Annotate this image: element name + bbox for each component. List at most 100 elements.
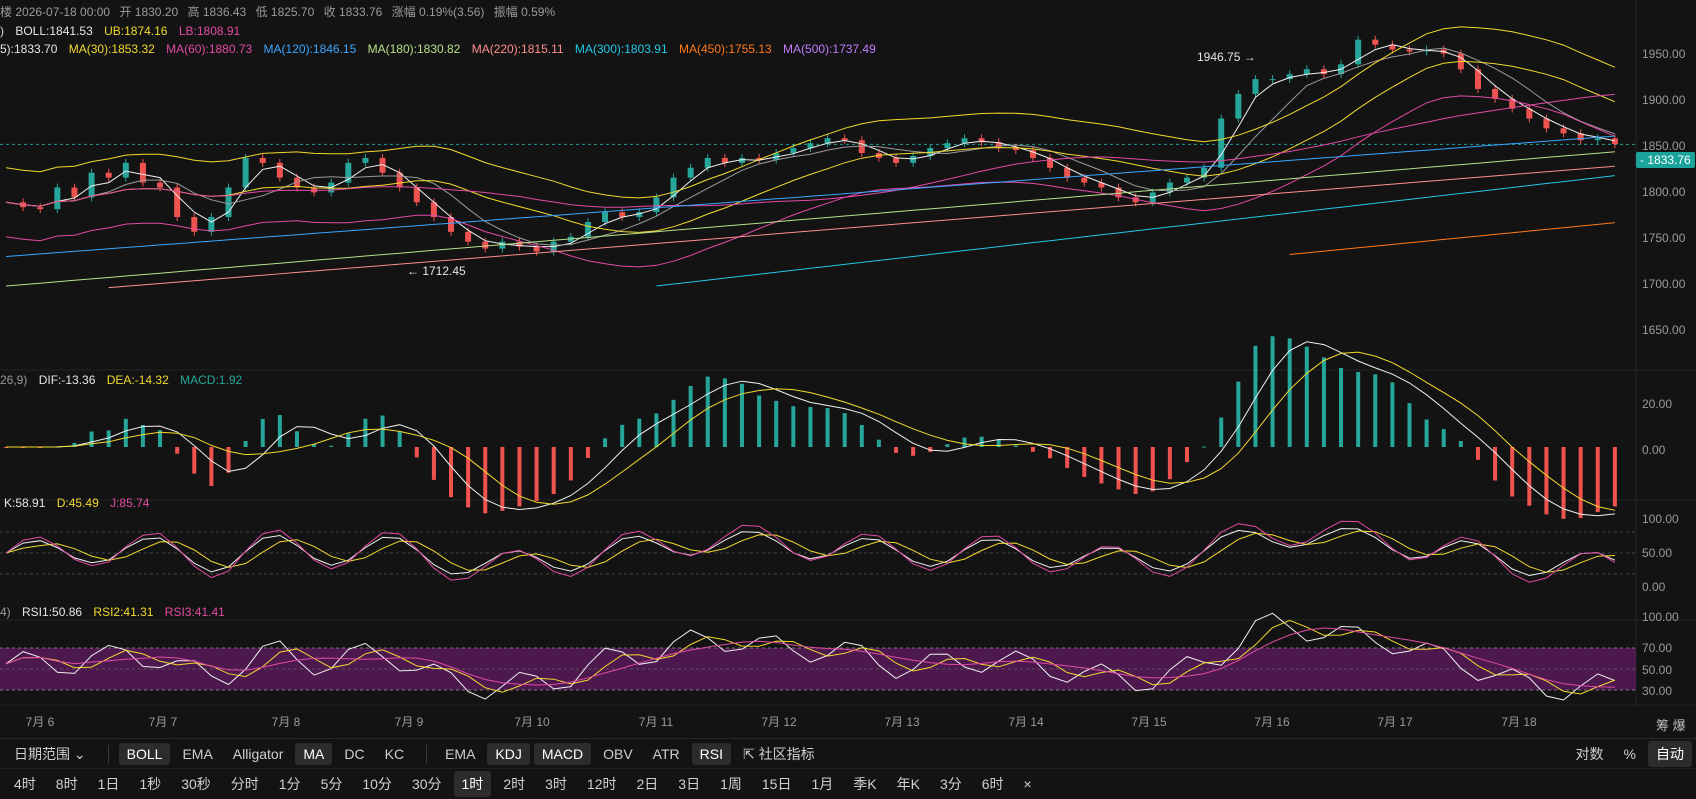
interval-3h[interactable]: 3时 [537, 771, 575, 797]
interval-1s[interactable]: 1秒 [131, 771, 169, 797]
macd-bar [654, 413, 659, 447]
chart-canvas[interactable] [0, 0, 1696, 738]
ma500-value: MA(500):1737.49 [783, 42, 876, 56]
macd-bar [1236, 381, 1241, 447]
interval-5m[interactable]: 5分 [313, 771, 351, 797]
macd-bar [1544, 447, 1549, 515]
sub-indicator-macd[interactable]: MACD [533, 743, 592, 765]
macd-bar [603, 438, 608, 447]
macd-bar [1030, 447, 1035, 452]
ohlc-item: 低 1825.70 [255, 5, 315, 19]
macd-tick: 20.00 [1642, 397, 1673, 411]
time-tick: 7月 8 [271, 715, 301, 729]
interval-1m[interactable]: 1分 [271, 771, 309, 797]
macd-bar [483, 447, 488, 514]
macd-bar [346, 433, 351, 447]
ohlc-item: 高 1836.43 [187, 5, 247, 19]
macd-bar [397, 431, 402, 447]
candle-body [1269, 79, 1276, 81]
interval-year[interactable]: 年K [889, 771, 928, 797]
main-indicator-ema[interactable]: EMA [174, 743, 220, 765]
toolbar-divider [426, 745, 428, 763]
interval-12h[interactable]: 12时 [579, 771, 625, 797]
time-tick: 7月 18 [1501, 715, 1537, 729]
interval-1h[interactable]: 1时 [453, 771, 492, 797]
sub-indicator-ema[interactable]: EMA [437, 743, 483, 765]
macd-bar [1595, 447, 1600, 513]
price-tick: 1850.00 [1642, 139, 1686, 153]
interval-6h[interactable]: 6时 [974, 771, 1012, 797]
interval-1w[interactable]: 1周 [712, 771, 750, 797]
macd-bar [757, 395, 762, 447]
candle-body [1372, 39, 1379, 45]
time-tick: 7月 12 [761, 715, 797, 729]
macd-bar [859, 425, 864, 447]
candle-body [122, 162, 129, 178]
interval-10m[interactable]: 10分 [354, 771, 400, 797]
interval-3d[interactable]: 3日 [670, 771, 708, 797]
candle-body [1492, 88, 1499, 99]
percent-scale-toggle[interactable]: % [1616, 743, 1644, 765]
macd-bar [1407, 403, 1412, 447]
sub-indicator-kdj[interactable]: KDJ [487, 743, 530, 765]
interval-4h[interactable]: 4时 [6, 771, 44, 797]
kdj-legend: K:58.91 D:45.49 J:85.74 [4, 496, 157, 510]
candle-body [362, 157, 369, 163]
date-range-dropdown[interactable]: 日期范围 ⌄ [6, 741, 94, 767]
macd-bar [294, 431, 299, 447]
macd-bar [842, 413, 847, 447]
candle-body [105, 172, 112, 178]
interval-15d[interactable]: 15日 [754, 771, 800, 797]
ma30-value: MA(30):1853.32 [68, 42, 155, 56]
ohlc-item: 开 1830.20 [119, 5, 179, 19]
interval-timeshare[interactable]: 分时 [223, 771, 267, 797]
price-axis[interactable]: 1950.00 1900.00 1850.00 1800.00 1750.00 … [1632, 0, 1696, 738]
macd-bar [243, 441, 248, 447]
interval-2d[interactable]: 2日 [628, 771, 666, 797]
macd-params: 26,9) [0, 373, 28, 387]
auto-scale-toggle[interactable]: 自动 [1648, 741, 1692, 767]
ma180-value: MA(180):1830.82 [367, 42, 461, 56]
macd-bar [123, 418, 128, 447]
interval-8h[interactable]: 8时 [48, 771, 86, 797]
interval-2h[interactable]: 2时 [495, 771, 533, 797]
price-tick: 1650.00 [1642, 323, 1686, 337]
interval-3m[interactable]: 3分 [932, 771, 970, 797]
price-tick: 1950.00 [1642, 47, 1686, 61]
macd-bar [363, 418, 368, 447]
ma220-line [108, 165, 1615, 289]
sub-indicator-obv[interactable]: OBV [595, 743, 641, 765]
time-tick: 7月 15 [1131, 715, 1167, 729]
main-indicator-dc[interactable]: DC [336, 743, 372, 765]
community-indicators-button[interactable]: ⇱ 社区指标 [735, 741, 823, 767]
candle-body [482, 241, 489, 249]
rsi-legend: 4) RSI1:50.86 RSI2:41.31 RSI3:41.41 [0, 605, 233, 619]
time-tick: 7月 14 [1008, 715, 1044, 729]
candle-body [37, 207, 44, 210]
corner-label[interactable]: 筹 爆 [1656, 715, 1686, 734]
macd-bar [894, 447, 899, 453]
interval-quarter[interactable]: 季K [845, 771, 884, 797]
ma450-value: MA(450):1755.13 [678, 42, 772, 56]
interval-30s[interactable]: 30秒 [173, 771, 219, 797]
main-indicator-boll[interactable]: BOLL [118, 743, 171, 765]
indicator-toolbar: 日期范围 ⌄ BOLL EMA Alligator MA DC KC EMA K… [0, 738, 1696, 769]
interval-30m[interactable]: 30分 [404, 771, 450, 797]
macd-bar [534, 447, 539, 501]
interval-1d[interactable]: 1日 [90, 771, 128, 797]
close-icon[interactable]: × [1016, 773, 1040, 795]
main-indicator-ma[interactable]: MA [295, 743, 333, 765]
main-indicator-kc[interactable]: KC [377, 743, 412, 765]
macd-bar [791, 406, 796, 447]
log-scale-toggle[interactable]: 对数 [1568, 741, 1612, 767]
interval-1mo[interactable]: 1月 [803, 771, 841, 797]
macd-dea-value: DEA:-14.32 [106, 373, 169, 387]
sub-indicator-atr[interactable]: ATR [645, 743, 688, 765]
sub-indicator-rsi[interactable]: RSI [691, 743, 731, 765]
price-tick: 1800.00 [1642, 185, 1686, 199]
macd-bar [1013, 445, 1018, 447]
main-indicator-alligator[interactable]: Alligator [225, 743, 292, 765]
candle-body [1303, 69, 1310, 75]
date-range-label: 日期范围 [14, 746, 70, 762]
macd-bar [688, 386, 693, 447]
